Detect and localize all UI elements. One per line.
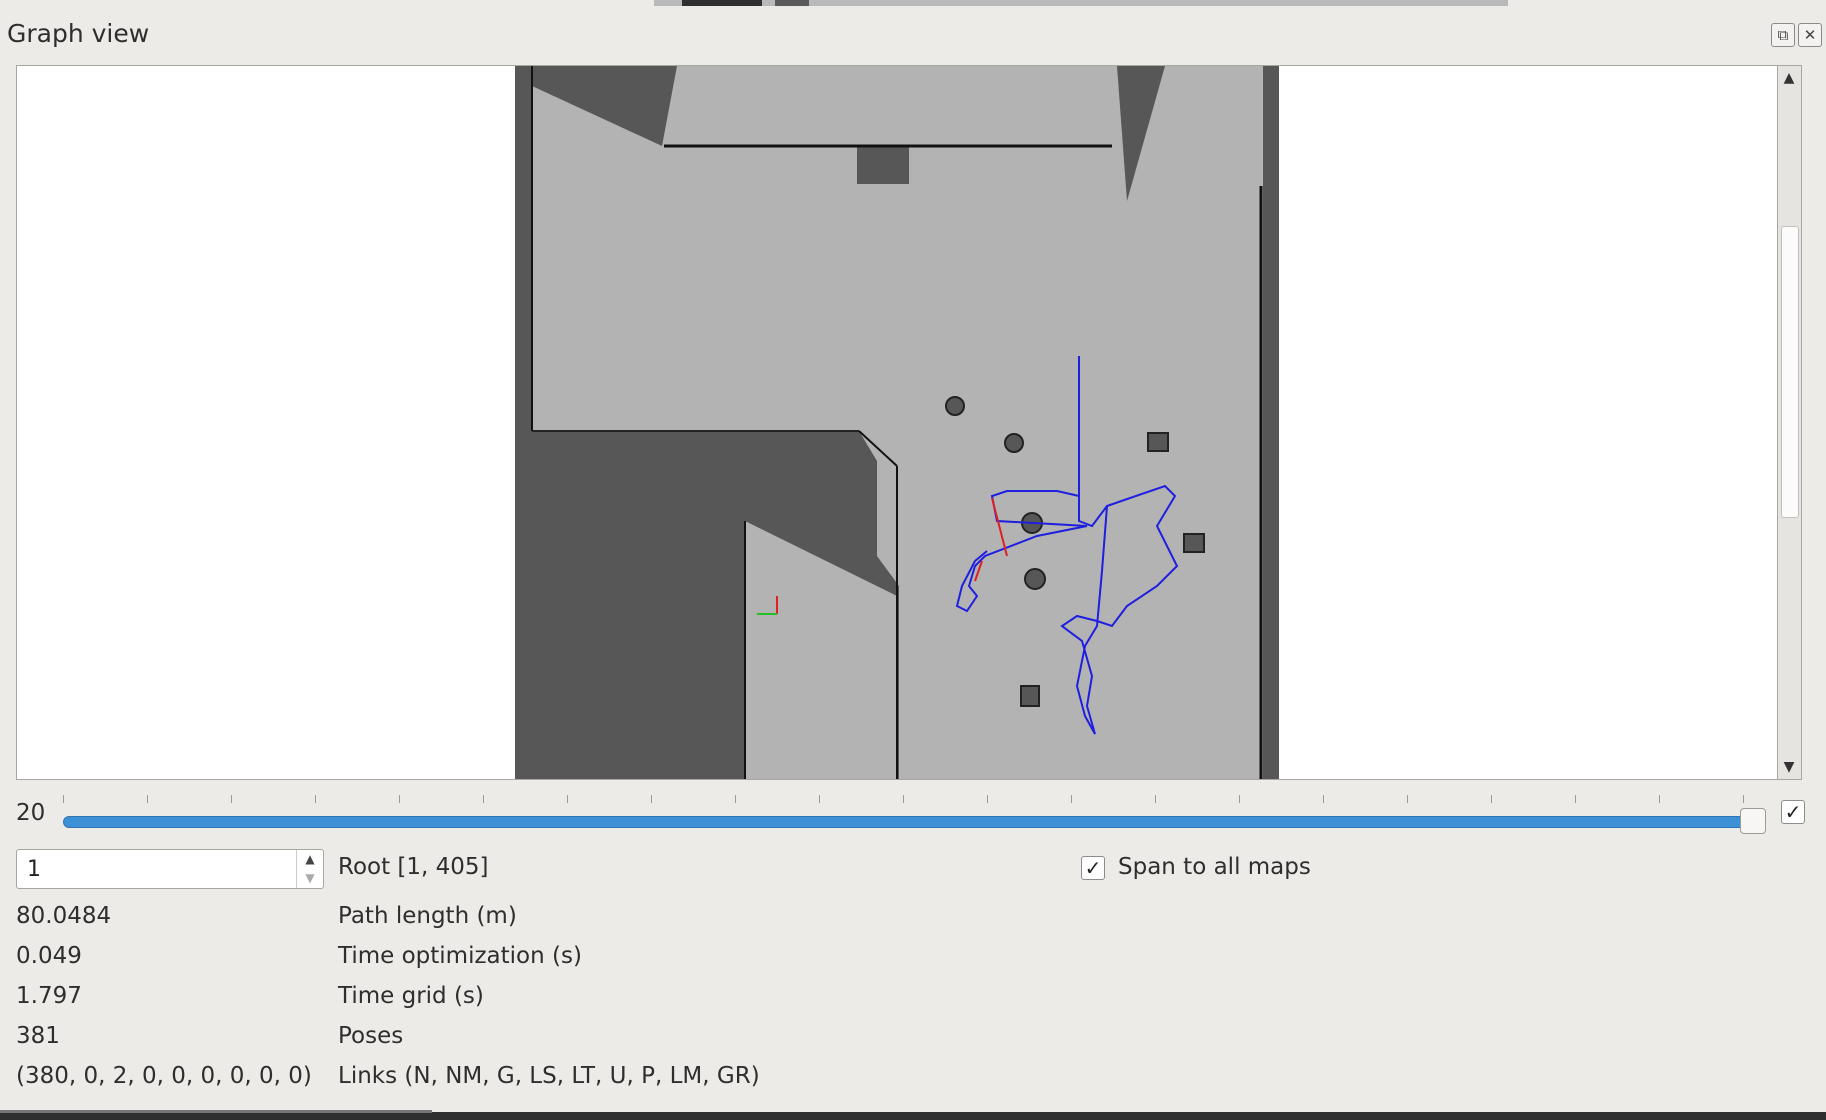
- slider-checkbox[interactable]: ✓: [1781, 800, 1805, 824]
- span-all-maps-label: Span to all maps: [1118, 854, 1311, 880]
- spin-down-icon[interactable]: ▼: [297, 869, 323, 888]
- top-tab-active[interactable]: [682, 0, 762, 6]
- iteration-slider[interactable]: [63, 816, 1763, 828]
- window-title: Graph view: [7, 19, 150, 48]
- time-optimization-value: 0.049: [16, 943, 82, 969]
- arrow-up-icon[interactable]: ▲: [1778, 70, 1800, 86]
- slider-tick: [987, 795, 988, 803]
- obstacle: [945, 396, 965, 416]
- float-icon[interactable]: ⧉: [1771, 23, 1795, 47]
- slider-tick: [735, 795, 736, 803]
- slider-tick: [483, 795, 484, 803]
- close-icon[interactable]: ✕: [1798, 23, 1822, 47]
- slider-tick: [1659, 795, 1660, 803]
- spin-up-icon[interactable]: ▲: [297, 850, 323, 869]
- root-input[interactable]: [27, 855, 267, 883]
- occupancy-map: [515, 66, 1279, 779]
- slider-tick: [903, 795, 904, 803]
- time-optimization-label: Time optimization (s): [338, 943, 582, 969]
- poses-value: 381: [16, 1023, 60, 1049]
- obstacle: [1024, 568, 1046, 590]
- slider-handle[interactable]: [1740, 808, 1766, 834]
- span-all-maps-checkbox[interactable]: ✓: [1081, 856, 1105, 880]
- links-value: (380, 0, 2, 0, 0, 0, 0, 0, 0): [16, 1063, 312, 1089]
- obstacle: [1183, 533, 1205, 553]
- bottom-border: [0, 1112, 1826, 1120]
- obstacle: [1147, 432, 1169, 452]
- bottom-border-segment: [0, 1110, 432, 1113]
- poses-label: Poses: [338, 1023, 404, 1049]
- slider-tick: [1407, 795, 1408, 803]
- slider-tick: [1491, 795, 1492, 803]
- spin-buttons: ▲ ▼: [296, 850, 323, 888]
- slider-tick: [63, 795, 64, 803]
- slider-ticks: [63, 795, 1763, 805]
- links-label: Links (N, NM, G, LS, LT, U, P, LM, GR): [338, 1063, 760, 1089]
- slider-tick: [567, 795, 568, 803]
- slider-tick: [399, 795, 400, 803]
- obstacle: [1004, 433, 1024, 453]
- root-label: Root [1, 405]: [338, 854, 489, 880]
- root-spinbox[interactable]: ▲ ▼: [16, 849, 324, 889]
- time-grid-label: Time grid (s): [338, 983, 484, 1009]
- slider-tick: [651, 795, 652, 803]
- iteration-slider-row: 20 ✓: [0, 790, 1826, 850]
- slider-tick: [1743, 795, 1744, 803]
- path-length-label: Path length (m): [338, 903, 517, 929]
- slider-tick: [819, 795, 820, 803]
- scrollbar-thumb[interactable]: [1781, 226, 1799, 518]
- vertical-scrollbar[interactable]: ▲ ▼: [1778, 65, 1802, 780]
- map-notch: [857, 146, 909, 184]
- top-strip: [0, 0, 1826, 7]
- slider-value: 20: [16, 800, 46, 826]
- slider-tick: [1575, 795, 1576, 803]
- slider-tick: [1155, 795, 1156, 803]
- path-length-value: 80.0484: [16, 903, 112, 929]
- obstacle: [1020, 685, 1040, 707]
- top-tab-marker: [775, 0, 809, 6]
- slider-tick: [147, 795, 148, 803]
- slider-tick: [1239, 795, 1240, 803]
- arrow-down-icon[interactable]: ▼: [1778, 759, 1800, 775]
- slider-tick: [1323, 795, 1324, 803]
- slider-tick: [315, 795, 316, 803]
- time-grid-value: 1.797: [16, 983, 82, 1009]
- graph-viewport[interactable]: [16, 65, 1778, 780]
- slider-tick: [231, 795, 232, 803]
- dock-titlebar: Graph view ⧉ ✕: [0, 7, 1826, 57]
- slider-tick: [1071, 795, 1072, 803]
